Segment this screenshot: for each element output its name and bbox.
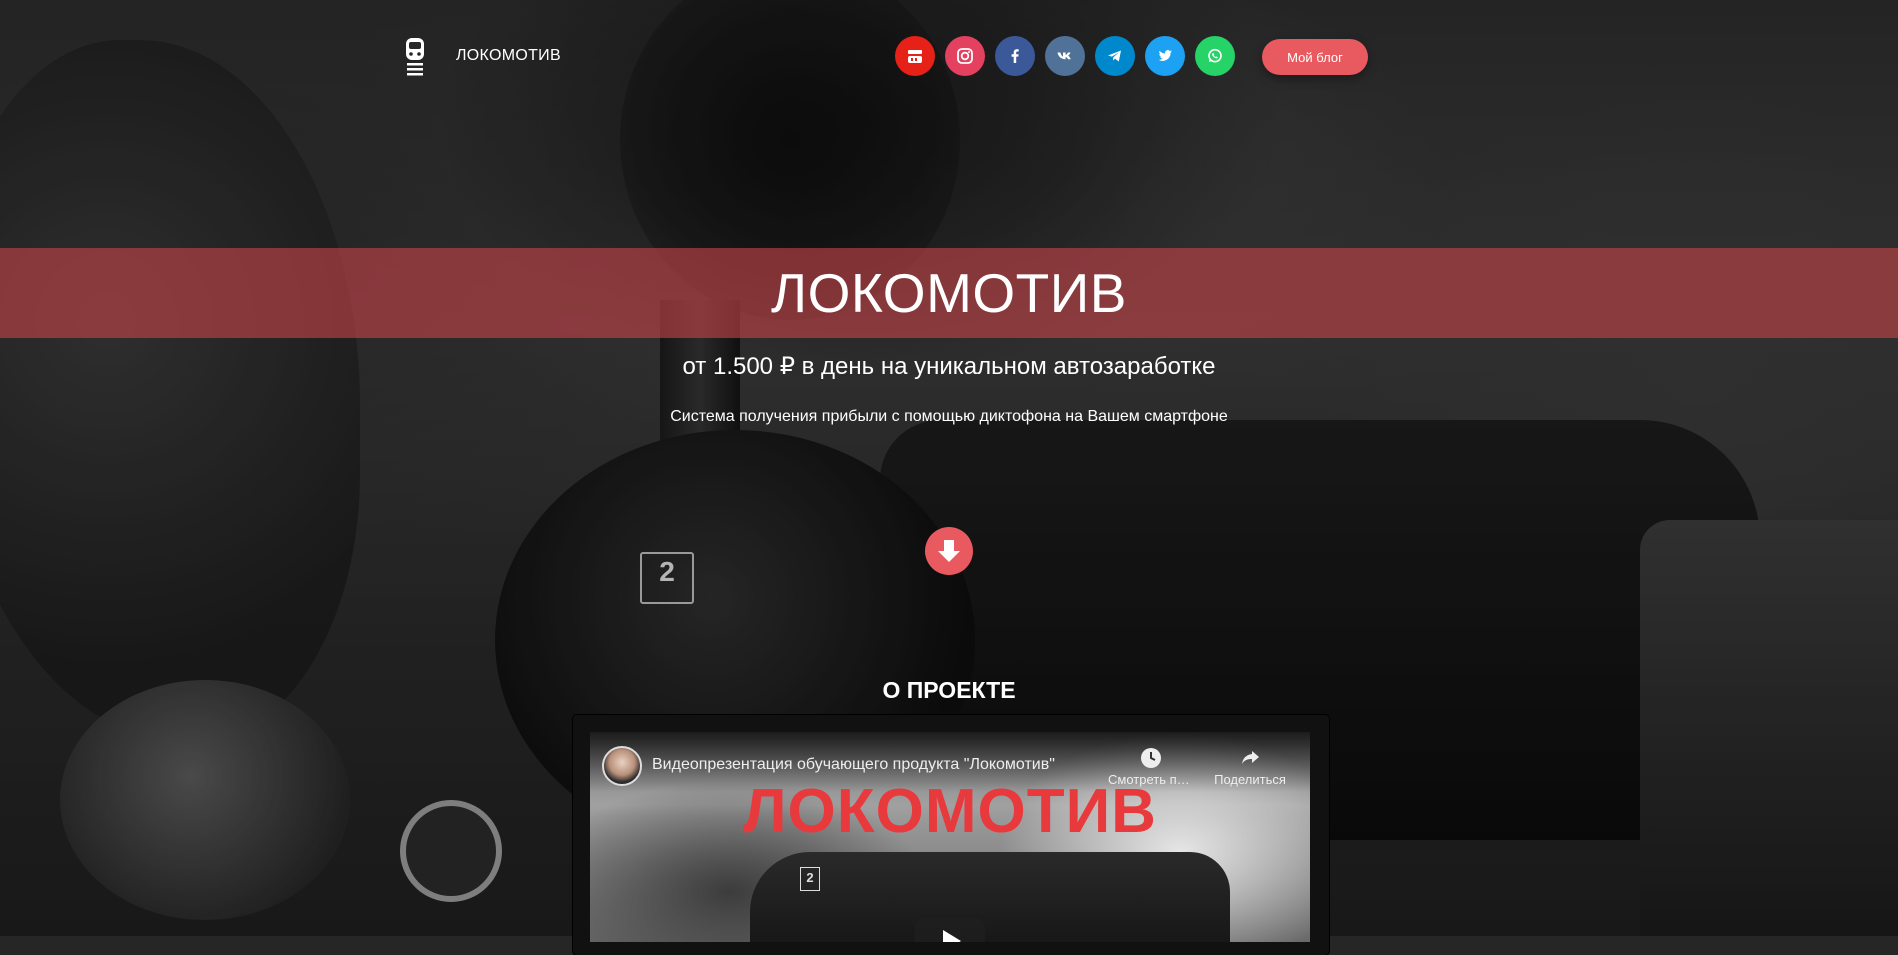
video-play-button[interactable] <box>915 917 985 942</box>
youtube-icon <box>908 50 922 63</box>
hero-description: Система получения прибыли с помощью дикт… <box>670 408 1228 425</box>
video-player[interactable]: 2 Видеопрезентация обучающего продукта "… <box>590 732 1310 942</box>
share-icon <box>1242 751 1259 764</box>
arrow-down-icon <box>938 540 960 562</box>
vk-link[interactable] <box>1045 36 1085 76</box>
instagram-link[interactable] <box>945 36 985 76</box>
facebook-icon <box>1011 49 1019 63</box>
twitter-link[interactable] <box>1145 36 1185 76</box>
video-thumbnail-plate: 2 <box>800 867 820 891</box>
scroll-down-button[interactable] <box>925 527 973 575</box>
whatsapp-icon <box>1208 48 1222 63</box>
video-thumbnail-train <box>750 852 1230 942</box>
brand-label: ЛОКОМОТИВ <box>456 47 561 64</box>
social-links <box>895 36 1235 76</box>
hero-title: ЛОКОМОТИВ <box>771 262 1127 324</box>
twitter-icon <box>1158 50 1172 61</box>
train-icon <box>406 38 424 76</box>
my-blog-button[interactable]: Мой блог <box>1262 39 1368 75</box>
vk-icon <box>1057 52 1071 60</box>
whatsapp-link[interactable] <box>1195 36 1235 76</box>
telegram-icon <box>1108 50 1121 62</box>
clock-icon <box>1141 748 1161 768</box>
hero-subtitle: от 1.500 ₽ в день на уникальном автозара… <box>682 353 1216 380</box>
youtube-link[interactable] <box>895 36 935 76</box>
video-overlay-title: ЛОКОМОТИВ <box>743 777 1157 846</box>
brand-logo-link[interactable]: ЛОКОМОТИВ <box>402 36 561 76</box>
video-title[interactable]: Видеопрезентация обучающего продукта "Ло… <box>652 756 1112 774</box>
facebook-link[interactable] <box>995 36 1035 76</box>
about-section-title: О ПРОЕКТЕ <box>882 677 1016 703</box>
instagram-icon <box>957 48 973 64</box>
site-header: ЛОКОМОТИВ Мой блог <box>0 0 1898 115</box>
telegram-link[interactable] <box>1095 36 1135 76</box>
